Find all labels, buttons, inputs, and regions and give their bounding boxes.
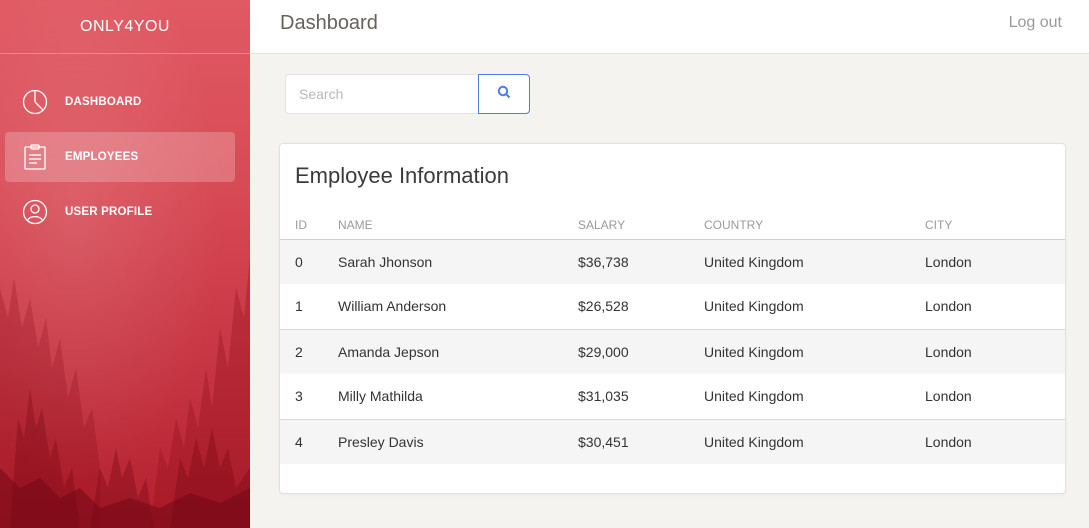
sidebar-item-dashboard[interactable]: DASHBOARD [5, 77, 235, 127]
cell-salary: $29,000 [578, 329, 704, 374]
employee-card: Employee Information ID NAME SALARY COUN… [279, 143, 1066, 494]
table-row[interactable]: 3 Milly Mathilda $31,035 United Kingdom … [280, 374, 1065, 420]
cell-id: 4 [280, 419, 338, 464]
sidebar-item-label: USER PROFILE [65, 206, 153, 218]
cell-salary: $31,035 [578, 374, 704, 420]
brand-logo[interactable]: ONLY4YOU [0, 0, 250, 54]
cell-name: Presley Davis [338, 419, 578, 464]
search-icon [497, 85, 511, 104]
page-title: Dashboard [280, 12, 378, 34]
column-header-id[interactable]: ID [280, 210, 338, 240]
search-input[interactable] [285, 74, 479, 114]
cell-id: 2 [280, 329, 338, 374]
table-row[interactable]: 2 Amanda Jepson $29,000 United Kingdom L… [280, 329, 1065, 374]
cell-country: United Kingdom [704, 419, 925, 464]
column-header-salary[interactable]: SALARY [578, 210, 704, 240]
employee-table: ID NAME SALARY COUNTRY CITY 0 Sarah Jhon… [280, 210, 1065, 464]
clipboard-icon [22, 144, 48, 170]
sidebar: ONLY4YOU DASHBOARD EMPLOYEES USER PROFIL… [0, 0, 250, 528]
user-icon [22, 199, 48, 225]
cell-name: Sarah Jhonson [338, 239, 578, 284]
cell-city: London [925, 239, 1065, 284]
card-title: Employee Information [295, 163, 509, 188]
column-header-country[interactable]: COUNTRY [704, 210, 925, 240]
cell-salary: $26,528 [578, 284, 704, 330]
table-row[interactable]: 0 Sarah Jhonson $36,738 United Kingdom L… [280, 239, 1065, 284]
cell-id: 3 [280, 374, 338, 420]
column-header-name[interactable]: NAME [338, 210, 578, 240]
cell-salary: $36,738 [578, 239, 704, 284]
column-header-city[interactable]: CITY [925, 210, 1065, 240]
table-row[interactable]: 4 Presley Davis $30,451 United Kingdom L… [280, 419, 1065, 464]
cell-city: London [925, 329, 1065, 374]
cell-city: London [925, 284, 1065, 330]
sidebar-item-employees[interactable]: EMPLOYEES [5, 132, 235, 182]
top-navbar: Dashboard Log out [250, 0, 1089, 54]
cell-salary: $30,451 [578, 419, 704, 464]
cell-country: United Kingdom [704, 284, 925, 330]
table-header-row: ID NAME SALARY COUNTRY CITY [280, 210, 1065, 240]
cell-id: 0 [280, 239, 338, 284]
cell-name: Amanda Jepson [338, 329, 578, 374]
cell-city: London [925, 419, 1065, 464]
cell-name: William Anderson [338, 284, 578, 330]
cell-id: 1 [280, 284, 338, 330]
table-row[interactable]: 1 William Anderson $26,528 United Kingdo… [280, 284, 1065, 330]
search-button[interactable] [478, 74, 530, 114]
cell-country: United Kingdom [704, 374, 925, 420]
sidebar-item-user-profile[interactable]: USER PROFILE [5, 187, 235, 237]
cell-country: United Kingdom [704, 329, 925, 374]
cell-country: United Kingdom [704, 239, 925, 284]
cell-city: London [925, 374, 1065, 420]
sidebar-item-label: DASHBOARD [65, 96, 142, 108]
pie-chart-icon [22, 89, 48, 115]
sidebar-nav: DASHBOARD EMPLOYEES USER PROFILE [5, 77, 235, 242]
logout-link[interactable]: Log out [1009, 14, 1062, 32]
sidebar-item-label: EMPLOYEES [65, 151, 139, 163]
cell-name: Milly Mathilda [338, 374, 578, 420]
